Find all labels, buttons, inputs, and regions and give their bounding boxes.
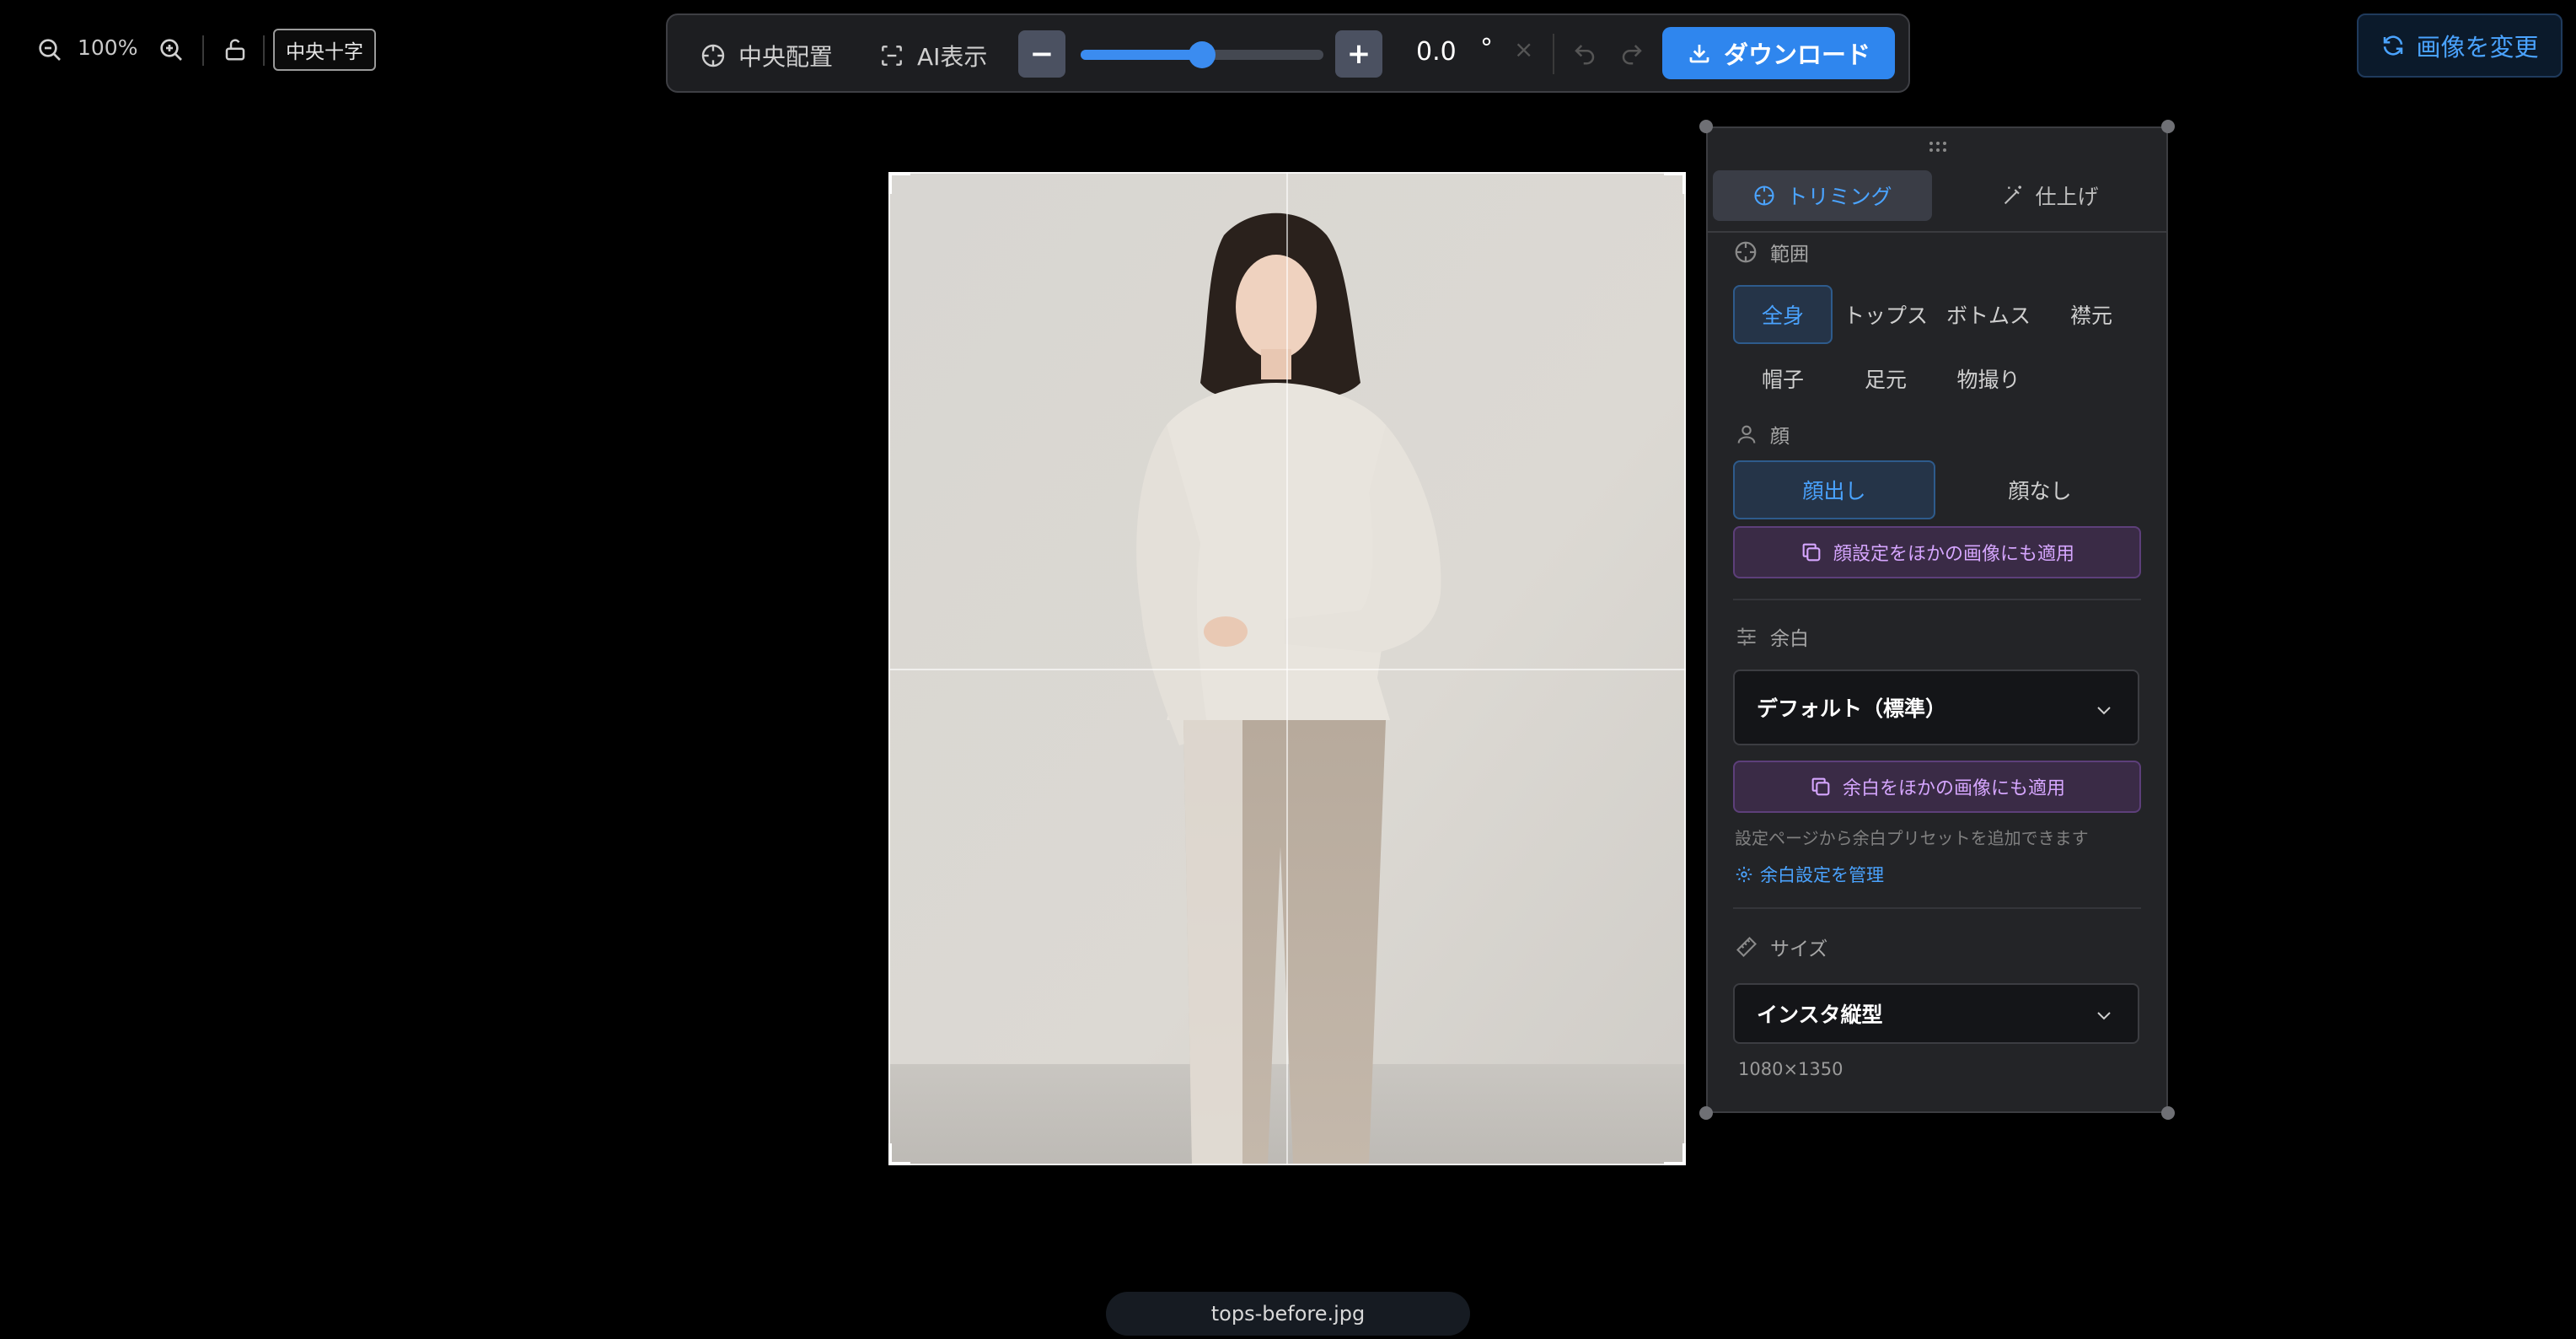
rotation-slider-fill <box>1081 50 1202 60</box>
range-option-collar[interactable]: 襟元 <box>2042 285 2141 344</box>
tab-finishing[interactable]: 仕上げ <box>1940 170 2160 221</box>
panel-resize-handle[interactable] <box>2161 1106 2175 1120</box>
divider <box>1733 907 2141 909</box>
refresh-icon <box>2384 35 2403 56</box>
grid-line <box>888 669 1686 670</box>
panel-tabs: トリミング 仕上げ <box>1708 164 2166 233</box>
rotation-slider-knob[interactable] <box>1189 41 1216 68</box>
divider <box>202 35 204 66</box>
tab-finishing-label: 仕上げ <box>2035 185 2099 209</box>
zoom-in-button[interactable] <box>155 34 187 66</box>
face-section-title: 顔 <box>1735 420 1790 449</box>
undo-icon <box>1575 45 1595 65</box>
change-image-label: 画像を変更 <box>2416 33 2539 62</box>
chevron-down-icon <box>2097 1012 2111 1020</box>
zoom-out-icon <box>39 39 61 61</box>
panel-resize-handle[interactable] <box>1699 120 1713 133</box>
photo-canvas[interactable] <box>888 172 1686 1165</box>
crop-handle[interactable] <box>888 1143 910 1165</box>
zoom-out-button[interactable] <box>34 34 66 66</box>
download-button[interactable]: ダウンロード <box>1662 27 1895 79</box>
rotate-plus-button[interactable]: + <box>1335 30 1382 78</box>
ai-view-label: AI表示 <box>917 43 988 71</box>
redo-icon <box>1622 45 1642 65</box>
crosshair-toggle[interactable]: 中央十字 <box>273 29 376 71</box>
magic-wand-icon <box>2004 186 2022 205</box>
panel-resize-handle[interactable] <box>2161 120 2175 133</box>
gear-icon <box>1736 866 1752 883</box>
size-dimensions: 1080×1350 <box>1738 1059 1843 1079</box>
crop-handle[interactable] <box>888 172 910 194</box>
user-icon <box>1737 425 1756 444</box>
apply-margin-to-all-button[interactable]: 余白をほかの画像にも適用 <box>1733 761 2141 813</box>
face-option-show[interactable]: 顔出し <box>1733 460 1935 519</box>
sliders-icon <box>1737 627 1756 646</box>
size-section-title: サイズ <box>1735 933 1827 961</box>
divider <box>263 35 265 66</box>
rotation-slider[interactable] <box>1081 41 1323 68</box>
margin-hint: 設定ページから余白プリセットを追加できます <box>1735 828 2089 848</box>
apply-face-to-all-button[interactable]: 顔設定をほかの画像にも適用 <box>1733 526 2141 578</box>
margin-section-title: 余白 <box>1735 622 1809 651</box>
zoom-level: 100% <box>78 35 138 60</box>
unlock-icon <box>225 39 245 61</box>
copy-icon <box>1802 543 1821 562</box>
file-name-label: tops-before.jpg <box>1106 1292 1470 1336</box>
zoom-in-icon <box>160 39 182 61</box>
divider <box>1553 34 1554 74</box>
rotation-unit: ° <box>1480 34 1493 63</box>
lock-toggle[interactable] <box>219 34 251 66</box>
range-option-product[interactable]: 物撮り <box>1939 349 2038 408</box>
manage-margin-link[interactable]: 余白設定を管理 <box>1735 862 1884 887</box>
size-select-value: インスタ縦型 <box>1757 1003 1883 1027</box>
ai-view-button[interactable]: AI表示 <box>878 39 987 73</box>
range-option-full-body[interactable]: 全身 <box>1733 285 1833 344</box>
range-section-title: 範囲 <box>1733 238 1809 266</box>
face-option-hide[interactable]: 顔なし <box>1939 460 2141 519</box>
range-option-feet[interactable]: 足元 <box>1836 349 1935 408</box>
trim-settings-panel: トリミング 仕上げ 範囲 全身 トップス ボトムス 襟元 帽子 足元 物撮り 顔… <box>1699 120 2175 1120</box>
margin-select-value: デフォルト（標準） <box>1757 696 1947 721</box>
tab-trimming-label: トリミング <box>1786 185 1892 209</box>
range-option-hat[interactable]: 帽子 <box>1733 349 1833 408</box>
panel-resize-handle[interactable] <box>1699 1106 1713 1120</box>
size-select[interactable]: インスタ縦型 <box>1733 983 2139 1044</box>
scan-icon <box>882 46 902 66</box>
redo-button[interactable] <box>1617 39 1647 69</box>
margin-select[interactable]: デフォルト（標準） <box>1733 670 2139 745</box>
crosshair-icon <box>1735 241 1757 263</box>
undo-button[interactable] <box>1570 39 1600 69</box>
download-icon <box>1689 45 1709 63</box>
rotation-value: 0.0 <box>1416 37 1457 67</box>
crop-handle[interactable] <box>1664 172 1686 194</box>
crop-handle[interactable] <box>1664 1143 1686 1165</box>
drag-grip-icon[interactable] <box>1929 140 1947 153</box>
change-image-button[interactable]: 画像を変更 <box>2357 13 2563 78</box>
chevron-down-icon <box>2097 707 2111 715</box>
crop-border <box>1684 172 1686 1165</box>
crop-border <box>888 172 1686 174</box>
copy-icon <box>1811 777 1830 796</box>
center-label: 中央配置 <box>738 43 834 71</box>
divider <box>1733 599 2141 600</box>
reset-rotation-button[interactable]: × <box>1514 35 1533 63</box>
range-option-bottoms[interactable]: ボトムス <box>1939 285 2038 344</box>
ruler-icon <box>1736 937 1757 957</box>
crosshair-icon <box>1754 186 1775 206</box>
center-button[interactable]: 中央配置 <box>700 39 833 73</box>
download-label: ダウンロード <box>1723 40 1870 69</box>
crop-border <box>888 1164 1686 1165</box>
range-option-tops[interactable]: トップス <box>1836 285 1935 344</box>
crosshair-icon <box>701 44 725 67</box>
crop-border <box>888 172 890 1165</box>
tab-trimming[interactable]: トリミング <box>1713 170 1932 221</box>
rotate-minus-button[interactable]: − <box>1018 30 1065 78</box>
